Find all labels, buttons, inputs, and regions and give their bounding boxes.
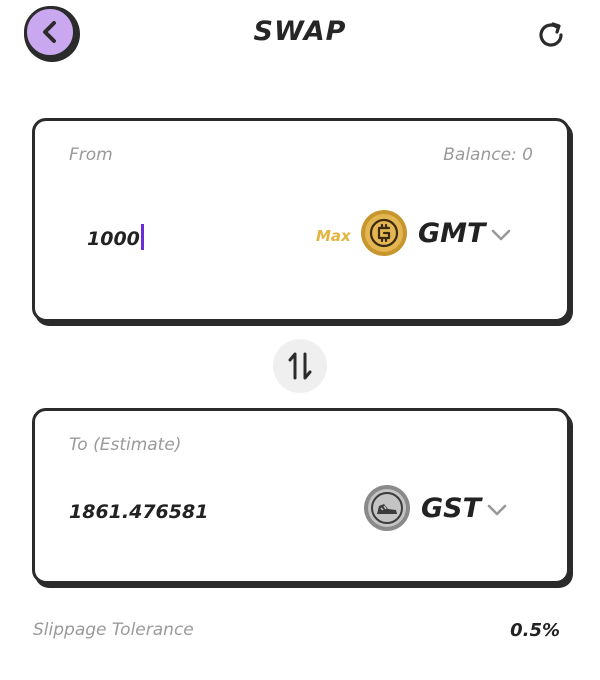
refresh-button[interactable]: [534, 18, 568, 52]
to-token-selector[interactable]: GST: [363, 484, 507, 532]
text-caret: [140, 224, 144, 250]
gst-coin-icon: [363, 484, 411, 532]
slippage-value[interactable]: 0.5%: [510, 620, 560, 641]
page-title: SWAP: [253, 16, 347, 47]
to-label: To (Estimate): [69, 435, 182, 455]
slippage-label: Slippage Tolerance: [33, 620, 194, 640]
gmt-coin-icon: [360, 209, 408, 257]
swap-vertical-icon: [288, 352, 312, 380]
from-amount-input[interactable]: 1000: [87, 224, 144, 250]
to-card: To (Estimate) 1861.476581 GST: [32, 408, 570, 584]
to-token-name: GST: [421, 492, 482, 524]
refresh-icon: [539, 22, 563, 47]
chevron-down-icon: [492, 229, 511, 241]
from-card: From Balance: 0 1000 Max GMT: [32, 118, 570, 322]
from-label: From: [69, 145, 113, 165]
from-token-name: GMT: [418, 217, 486, 249]
swap-screen: SWAP From Balance: 0 1000 Max GMT To (Es…: [0, 0, 600, 680]
from-amount-value: 1000: [87, 228, 140, 250]
to-amount-value: 1861.476581: [69, 501, 209, 523]
balance-label: Balance: 0: [443, 145, 533, 165]
from-token-selector[interactable]: GMT: [360, 209, 511, 257]
chevron-down-icon: [487, 504, 507, 516]
max-button[interactable]: Max: [316, 227, 351, 245]
swap-direction-button[interactable]: [273, 339, 327, 393]
